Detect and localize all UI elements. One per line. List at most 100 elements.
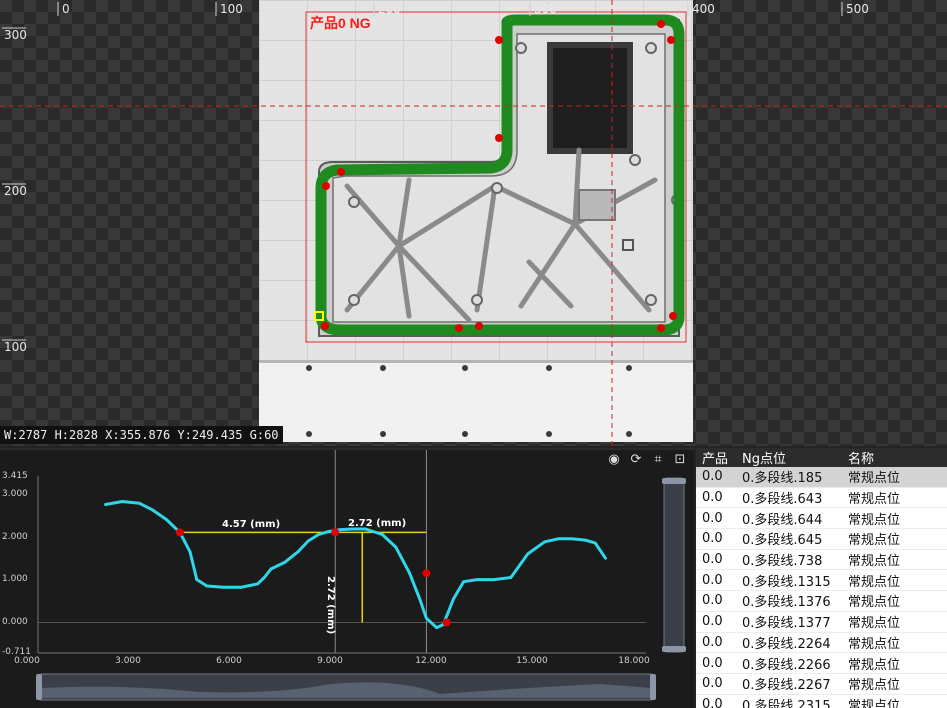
table-row[interactable]: 0.0 0.多段线.1377 常规点位: [696, 612, 947, 633]
x-tick-label: 0.000: [14, 656, 40, 666]
roi-overlay: [0, 0, 947, 446]
x-tick-label: 15.000: [516, 656, 548, 666]
ng-marker: [175, 528, 184, 537]
cell-name: 常规点位: [848, 657, 901, 673]
cell-name: 常规点位: [848, 512, 901, 528]
profile-point: [526, 552, 530, 556]
profile-point: [543, 540, 547, 544]
cell-product: 0.0: [702, 490, 723, 506]
profile-point: [435, 626, 438, 630]
image-viewer[interactable]: 产品0 NG 0 100 200 300 400 500 300 200 100…: [0, 0, 947, 446]
cell-product: 0.0: [702, 531, 723, 547]
cell-name: 常规点位: [848, 678, 901, 694]
profile-point: [394, 546, 398, 549]
y-tick-label: 0.000: [2, 617, 28, 627]
horizontal-range-handle-left: [36, 674, 42, 700]
cell-product: 0.0: [702, 469, 723, 485]
ng-marker: [442, 618, 451, 627]
cell-ng-point: 0.多段线.645: [742, 533, 823, 549]
top-measurement-label: 2.72 (mm): [348, 518, 407, 529]
profile-point: [492, 578, 496, 582]
cell-name: 常规点位: [848, 595, 901, 611]
table-row[interactable]: 0.0 0.多段线.1376 常规点位: [696, 591, 947, 612]
table-row[interactable]: 0.0 0.多段线.2315 常规点位: [696, 695, 947, 708]
cell-product: 0.0: [702, 572, 723, 588]
crop-icon[interactable]: ⌗: [650, 452, 666, 468]
table-row[interactable]: 0.0 0.多段线.738 常规点位: [696, 550, 947, 571]
horizontal-ruler: 0 100 200 300 400 500: [0, 0, 947, 16]
cell-product: 0.0: [702, 593, 723, 609]
profile-chart[interactable]: [0, 448, 694, 708]
vertical-range-handle-top: [662, 478, 686, 484]
profile-point: [269, 567, 273, 571]
cell-name: 常规点位: [848, 616, 901, 632]
table-row[interactable]: 0.0 0.多段线.644 常规点位: [696, 508, 947, 530]
cell-ng-point: 0.多段线.1315: [742, 574, 831, 590]
cell-ng-point: 0.多段线.644: [742, 512, 823, 528]
profile-point: [425, 616, 428, 620]
profile-point: [509, 576, 513, 579]
table-header: 产品 Ng点位 名称: [696, 448, 947, 467]
table-row[interactable]: 0.0 0.多段线.2264 常规点位: [696, 633, 947, 654]
vertical-measurement-label: 2.72 (mm): [325, 576, 336, 635]
ruler-x-label: 0: [62, 2, 70, 16]
cell-ng-point: 0.多段线.2315: [742, 698, 831, 708]
table-row[interactable]: 0.0 0.多段线.1315 常规点位: [696, 570, 947, 592]
header-ng-point: Ng点位: [742, 452, 786, 467]
cell-product: 0.0: [702, 655, 723, 671]
y-tick-label: 3.415: [2, 471, 28, 481]
vertical-range-slider[interactable]: [663, 477, 685, 653]
image-status-bar: W:2787 H:2828 X:355.876 Y:249.435 G:60: [0, 426, 283, 444]
x-tick-label: 18.000: [618, 656, 650, 666]
profile-chart-panel[interactable]: 3.415 3.000 2.000 1.000 0.000 -0.711 0.0…: [0, 448, 694, 708]
ruler-y-label: 100: [4, 340, 27, 354]
profile-point: [475, 578, 479, 582]
cell-product: 0.0: [702, 510, 723, 526]
cell-name: 常规点位: [848, 533, 901, 549]
profile-point: [296, 550, 300, 554]
profile-point: [408, 571, 411, 575]
table-row[interactable]: 0.0 0.多段线.185 常规点位: [696, 467, 947, 488]
profile-point: [583, 538, 587, 542]
table-row[interactable]: 0.0 0.多段线.645 常规点位: [696, 529, 947, 550]
x-tick-label: 6.000: [216, 656, 242, 666]
refresh-icon[interactable]: ⟳: [628, 452, 644, 468]
cell-ng-point: 0.多段线.2267: [742, 678, 831, 694]
table-row[interactable]: 0.0 0.多段线.2267 常规点位: [696, 674, 947, 695]
profile-point: [195, 578, 199, 582]
y-tick-label: 2.000: [2, 532, 28, 542]
cell-ng-point: 0.多段线.2266: [742, 657, 831, 673]
ruler-x-label: 500: [846, 2, 869, 16]
profile-point: [121, 500, 124, 503]
y-tick-label: 3.000: [2, 489, 28, 499]
ruler-x-label: 200: [378, 2, 401, 16]
ruler-x-label: 100: [220, 2, 243, 16]
y-tick-label: 1.000: [2, 574, 28, 584]
profile-point: [381, 533, 384, 536]
product-roi-box: [305, 11, 687, 343]
horizontal-range-handle-right: [650, 674, 656, 700]
ruler-y-label: 200: [4, 184, 27, 198]
profile-point: [306, 539, 310, 543]
vertical-range-handle-bottom: [662, 646, 686, 652]
profile-point: [222, 585, 226, 589]
eye-icon[interactable]: ◉: [606, 452, 622, 468]
x-tick-label: 12.000: [415, 656, 447, 666]
table-row[interactable]: 0.0 0.多段线.643 常规点位: [696, 488, 947, 509]
cell-ng-point: 0.多段线.1377: [742, 616, 831, 632]
profile-point: [452, 597, 455, 601]
cell-ng-point: 0.多段线.2264: [742, 636, 831, 652]
crop-alt-icon[interactable]: ⊡: [672, 452, 688, 468]
profile-point: [256, 582, 259, 586]
product-status-label: 产品0 NG: [310, 15, 371, 31]
x-tick-label: 3.000: [115, 656, 141, 666]
profile-point: [604, 556, 607, 560]
cell-ng-point: 0.多段线.738: [742, 554, 823, 570]
profile-point: [593, 541, 597, 545]
cell-product: 0.0: [702, 676, 723, 692]
table-row[interactable]: 0.0 0.多段线.2266 常规点位: [696, 653, 947, 674]
ng-points-table[interactable]: 产品 Ng点位 名称 0.0 0.多段线.185 常规点位 0.0 0.多段线.643 常…: [696, 448, 947, 708]
profile-point: [104, 503, 107, 506]
cell-name: 常规点位: [848, 471, 901, 487]
profile-point: [188, 550, 192, 554]
